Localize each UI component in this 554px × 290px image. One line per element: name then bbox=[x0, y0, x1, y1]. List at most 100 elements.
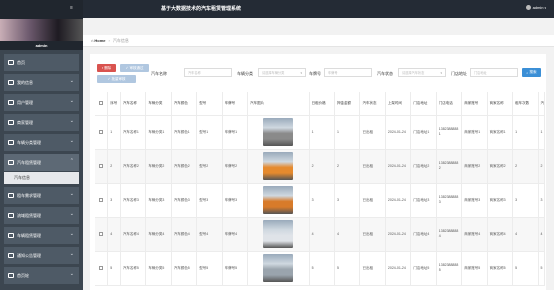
search-icon: ⌕ bbox=[526, 70, 529, 75]
table-row[interactable]: 3 汽车名称3 车辆分类3 汽车颜色3 型号3 车牌号3 3 3 已出租 2024-01-24 门店… bbox=[95, 183, 546, 218]
row-select-cell bbox=[95, 149, 109, 184]
sidebar-item-8[interactable]: 流域租赁管理 ⌄ bbox=[4, 207, 79, 224]
column-header: 上架时间 bbox=[385, 92, 412, 116]
table-cell: 汽车颜色5 bbox=[171, 251, 198, 286]
status-select[interactable]: 请选择汽车状态 bbox=[398, 68, 446, 77]
table-cell: 4 bbox=[107, 217, 121, 252]
sidebar-item-10[interactable]: 通知公告管理 ⌄ bbox=[4, 247, 79, 264]
chevron-down-icon: ▾ bbox=[544, 5, 546, 10]
select-all-checkbox[interactable] bbox=[99, 101, 104, 106]
table-cell: 汽车颜色2 bbox=[171, 149, 198, 184]
audit-button[interactable]: ✓ 审核通过 bbox=[120, 64, 149, 72]
row-checkbox[interactable] bbox=[99, 164, 104, 168]
table-cell: 门店地址3 bbox=[410, 183, 437, 218]
sidebar-item-7[interactable]: 租车需求管理 ⌄ bbox=[4, 187, 79, 204]
batch-audit-button[interactable]: ✓ 批量审核 bbox=[97, 75, 136, 83]
chevron-down-icon: ⌄ bbox=[69, 211, 74, 217]
car-thumbnail bbox=[263, 220, 294, 248]
table-cell: 车辆分类1 bbox=[145, 115, 172, 150]
table-row[interactable]: 5 汽车名称5 车辆分类5 汽车颜色5 型号5 车牌号5 5 5 已出租 2024-01-24 门店… bbox=[95, 251, 546, 286]
table-cell: 2 bbox=[107, 149, 121, 184]
table-cell: 2 bbox=[512, 149, 539, 184]
sidebar-item-label: 车辆租赁管理 bbox=[17, 232, 41, 238]
category-select[interactable]: 请选择车辆分类 bbox=[258, 68, 306, 77]
table-cell: 商家名称2 bbox=[487, 149, 514, 184]
shop-icon bbox=[8, 120, 14, 125]
sidebar-item-label: 我的信息 bbox=[17, 79, 33, 85]
table-cell: 已出租 bbox=[359, 115, 386, 150]
row-checkbox[interactable] bbox=[99, 232, 104, 236]
search-button[interactable]: ⌕ 搜索 bbox=[522, 68, 541, 77]
table-cell: 3 bbox=[309, 183, 336, 218]
chevron-down-icon: ⌄ bbox=[69, 231, 74, 237]
car-thumbnail bbox=[263, 186, 294, 214]
sidebar-item-4[interactable]: 车辆分类管理 ⌄ bbox=[4, 134, 79, 151]
sidebar-item-label: 通知公告管理 bbox=[17, 252, 41, 258]
table-cell: 4 bbox=[334, 217, 361, 252]
check-icon: ✓ bbox=[107, 77, 111, 81]
row-checkbox[interactable] bbox=[99, 130, 104, 134]
table-cell: 汽车名称2 bbox=[120, 149, 147, 184]
car-name-input[interactable]: 汽车名称 bbox=[184, 68, 232, 77]
breadcrumb-home[interactable]: Home bbox=[94, 38, 105, 43]
table-cell: 型号3 bbox=[196, 183, 223, 218]
chevron-down-icon: ⌄ bbox=[69, 251, 74, 257]
sidebar-subitem[interactable]: 汽车信息 bbox=[4, 172, 79, 184]
table-cell: 1 bbox=[309, 115, 336, 150]
column-header: 商家名称 bbox=[487, 92, 514, 116]
table-cell: 1 bbox=[334, 115, 361, 150]
table-cell: 车辆分类3 bbox=[145, 183, 172, 218]
table-cell: 4 bbox=[309, 217, 336, 252]
select-all-cell bbox=[95, 92, 109, 116]
check-icon: ✓ bbox=[125, 66, 129, 70]
sidebar-item-label: 用户管理 bbox=[17, 99, 33, 105]
table-cell: 车牌号5 bbox=[222, 251, 249, 286]
table-cell: 型号2 bbox=[196, 149, 223, 184]
sidebar-item-label: 车辆分类管理 bbox=[17, 139, 41, 145]
column-header: 车辆分类 bbox=[145, 92, 172, 116]
row-checkbox[interactable] bbox=[99, 198, 104, 202]
sidebar-item-9[interactable]: 车辆租赁管理 ⌄ bbox=[4, 227, 79, 244]
sidebar-item-1[interactable]: 我的信息 ⌄ bbox=[4, 74, 79, 91]
sidebar-item-2[interactable]: 用户管理 ⌄ bbox=[4, 94, 79, 111]
column-header: 序号 bbox=[107, 92, 121, 116]
table-cell: 已出租 bbox=[359, 149, 386, 184]
search-label-name: 汽车名称 bbox=[151, 71, 167, 76]
sidebar-item-11[interactable]: 首页轮 ⌄ bbox=[4, 267, 79, 284]
table-cell: 2 bbox=[538, 149, 546, 184]
table-cell: 3 bbox=[334, 183, 361, 218]
column-header: 型号 bbox=[196, 92, 223, 116]
row-checkbox[interactable] bbox=[99, 266, 104, 270]
avatar-banner bbox=[0, 19, 83, 41]
trash-icon: ▪ bbox=[101, 66, 104, 70]
sidebar: admin 首页 我的信息 ⌄ 用户管理 ⌄ 商家管理 ⌄ 车辆分类管理 ⌄ 汽车租赁管理 ⌃ 汽车信… bbox=[0, 0, 83, 290]
table-cell: 商家名称5 bbox=[487, 251, 514, 286]
car-table: 序号 汽车名称 车辆分类 汽车颜色 型号 车牌号 汽车图片 日租价格 押金金额 汽车状态 上架时间门… bbox=[95, 92, 546, 286]
table-row[interactable]: 4 汽车名称4 车辆分类4 汽车颜色4 型号4 车牌号4 4 4 已出租 2024-01-24 门店… bbox=[95, 217, 546, 252]
home-icon bbox=[8, 60, 14, 65]
table-cell: 汽车名称1 bbox=[120, 115, 147, 150]
table-cell: 1 bbox=[538, 115, 546, 150]
column-header: 汽车状态 bbox=[359, 92, 386, 116]
table-cell: 商家账号2 bbox=[461, 149, 488, 184]
table-cell: 汽车名称4 bbox=[120, 217, 147, 252]
delete-button[interactable]: ▪ 删除 bbox=[97, 64, 116, 72]
table-row[interactable]: 1 汽车名称1 车辆分类1 汽车颜色1 型号1 车牌号1 1 1 已出租 2024-01-24 门店… bbox=[95, 115, 546, 150]
menu-toggle-icon[interactable]: ≡ bbox=[70, 5, 73, 11]
top-bar: ≡ 基于大数据技术的汽车租赁管理系统 admin ▾ bbox=[70, 0, 554, 18]
rent-icon bbox=[8, 233, 14, 238]
table-cell: 2024-01-24 bbox=[385, 251, 412, 286]
table-row[interactable]: 2 汽车名称2 车辆分类2 汽车颜色2 型号2 车牌号2 2 2 已出租 2024-01-24 门店… bbox=[95, 149, 546, 184]
address-input[interactable]: 门店地址 bbox=[470, 68, 518, 77]
sidebar-item-3[interactable]: 商家管理 ⌄ bbox=[4, 114, 79, 131]
user-menu[interactable]: admin ▾ bbox=[525, 5, 546, 10]
table-cell: 型号4 bbox=[196, 217, 223, 252]
column-header: 门店地址 bbox=[410, 92, 437, 116]
user-avatar bbox=[525, 5, 531, 10]
sidebar-item-0[interactable]: 首页 bbox=[4, 54, 79, 71]
chevron-down-icon: ⌄ bbox=[69, 138, 74, 144]
sidebar-item-5[interactable]: 汽车租赁管理 ⌃ bbox=[4, 154, 79, 171]
column-header: 门店电话 bbox=[436, 92, 463, 116]
table-cell: 门店地址2 bbox=[410, 149, 437, 184]
plate-input[interactable]: 车牌号 bbox=[324, 68, 372, 77]
